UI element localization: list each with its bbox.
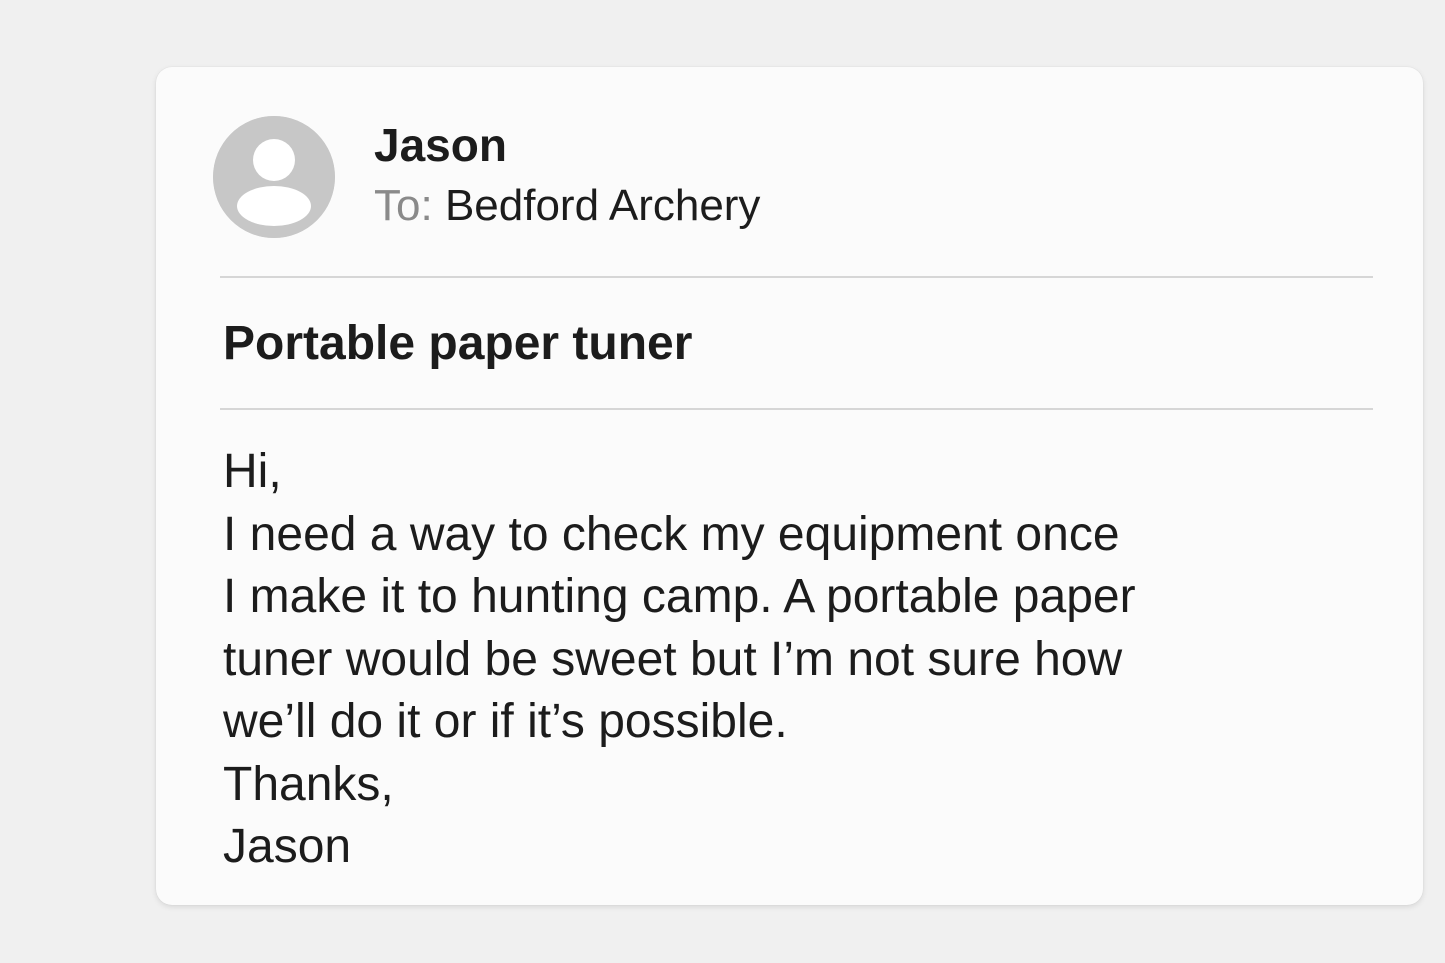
body-line: I make it to hunting camp. A portable pa… — [223, 570, 1136, 623]
body-line: I need a way to check my equipment once — [223, 507, 1120, 561]
user-silhouette-icon — [213, 116, 335, 238]
recipient-line: To: Bedford Archery — [374, 179, 760, 233]
body-line: we’ll do it or if it’s possible. — [223, 695, 788, 748]
subject-divider — [220, 408, 1373, 410]
email-card: Jason To: Bedford Archery Portable paper… — [156, 67, 1423, 905]
email-body: Hi, I need a way to check my equipment o… — [223, 441, 1136, 879]
recipient-name[interactable]: Bedford Archery — [445, 181, 761, 230]
header-divider — [220, 276, 1373, 278]
email-subject: Portable paper tuner — [223, 317, 693, 370]
sender-name: Jason — [374, 119, 507, 171]
body-line-signature: Jason — [223, 820, 352, 873]
body-line-closing: Thanks, — [223, 757, 394, 811]
body-line-greeting: Hi, — [223, 445, 282, 498]
recipient-label: To: — [374, 181, 433, 230]
body-line: tuner would be sweet but I’m not sure ho… — [223, 632, 1123, 686]
avatar-icon — [213, 116, 335, 238]
